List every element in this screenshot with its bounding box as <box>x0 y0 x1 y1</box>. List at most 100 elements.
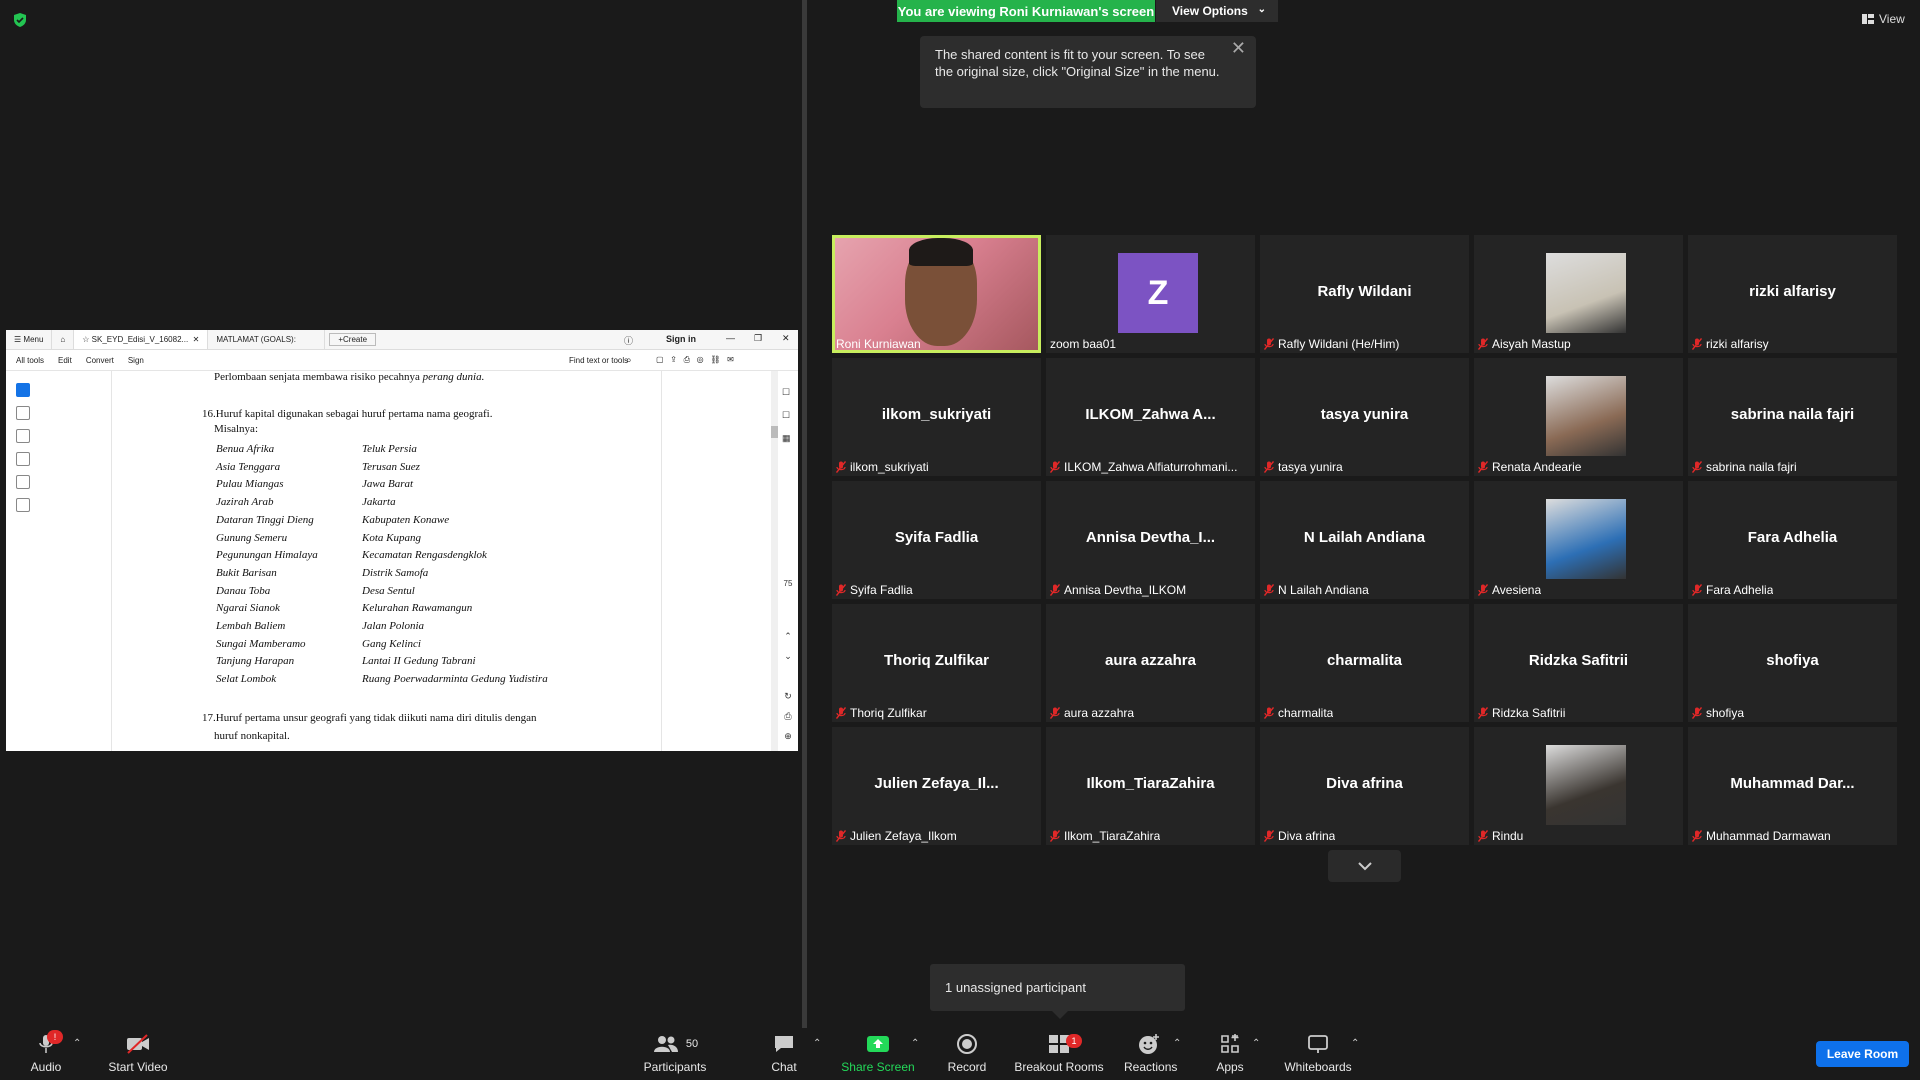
close-icon[interactable]: ✕ <box>1231 39 1246 57</box>
text-tool-icon[interactable] <box>16 475 30 489</box>
video-off-icon <box>127 1034 149 1054</box>
find-text-input[interactable]: Find text or tools <box>569 356 628 365</box>
example-item: Sungai Mamberamo <box>216 637 306 650</box>
encryption-shield-icon[interactable] <box>12 12 28 28</box>
chat-button[interactable]: Chat <box>764 1032 804 1074</box>
whiteboards-options-caret[interactable]: ⌃ <box>1351 1038 1359 1049</box>
gallery-next-page-button[interactable] <box>1328 850 1401 882</box>
start-video-label: Start Video <box>108 1060 168 1074</box>
page-indicator[interactable]: 75 <box>782 579 794 588</box>
participant-caption-text: Diva afrina <box>1278 829 1336 843</box>
misalnya-label: Misalnya: <box>214 423 258 435</box>
participant-tile[interactable]: Aisyah Mastup <box>1474 235 1683 353</box>
participant-tile[interactable]: Fara Adhelia Fara Adhelia <box>1688 481 1897 599</box>
participant-tile[interactable]: rizki alfarisy rizki alfarisy <box>1688 235 1897 353</box>
participant-tile[interactable]: Avesiena <box>1474 481 1683 599</box>
scrollbar[interactable] <box>771 371 778 751</box>
participant-tile[interactable]: Thoriq Zulfikar Thoriq Zulfikar <box>832 604 1041 722</box>
participant-tile[interactable]: Zzoom baa01 <box>1046 235 1255 353</box>
participant-tile[interactable]: Annisa Devtha_I... Annisa Devtha_ILKOM <box>1046 481 1255 599</box>
participant-caption-text: charmalita <box>1278 706 1334 720</box>
view-button[interactable]: View <box>1862 12 1905 26</box>
participant-tile[interactable]: Ridzka Safitrii Ridzka Safitrii <box>1474 604 1683 722</box>
participant-tile[interactable]: Rindu <box>1474 727 1683 845</box>
minimize-icon[interactable]: — <box>726 333 735 343</box>
unassigned-participant-toast[interactable]: 1 unassigned participant <box>930 964 1185 1011</box>
participant-tile[interactable]: shofiya shofiya <box>1688 604 1897 722</box>
participant-name: aura azzahra <box>1105 652 1196 669</box>
menu-all-tools[interactable]: All tools <box>16 356 44 365</box>
participant-tile[interactable]: aura azzahra aura azzahra <box>1046 604 1255 722</box>
participants-button[interactable]: 50 Participants <box>640 1032 710 1074</box>
menu-sign[interactable]: Sign <box>128 356 144 365</box>
participant-tile[interactable]: Diva afrina Diva afrina <box>1260 727 1469 845</box>
search-icon[interactable]: ⌕ <box>626 355 632 366</box>
toolbar-icons[interactable]: ▢ ⇪ ⎙ ◎ ⛓ ✉ <box>656 355 734 365</box>
apps-options-caret[interactable]: ⌃ <box>1252 1038 1260 1049</box>
stamp-tool-icon[interactable] <box>16 498 30 512</box>
tab-matlamat[interactable]: MATLAMAT (GOALS): <box>208 330 326 349</box>
participant-tile[interactable]: Ilkom_TiaraZahira Ilkom_TiaraZahira <box>1046 727 1255 845</box>
participant-tile[interactable]: Julien Zefaya_Il... Julien Zefaya_Ilkom <box>832 727 1041 845</box>
create-button[interactable]: + Create <box>329 333 377 346</box>
participant-tile[interactable]: charmalita charmalita <box>1260 604 1469 722</box>
muted-microphone-icon <box>1050 461 1061 473</box>
start-video-button[interactable]: Start Video <box>106 1032 170 1074</box>
participant-name: Fara Adhelia <box>1747 529 1838 546</box>
leave-room-button[interactable]: Leave Room <box>1816 1041 1909 1067</box>
window-close-icon[interactable]: ✕ <box>782 333 790 344</box>
share-screen-button[interactable]: Share Screen <box>838 1032 918 1074</box>
participant-caption-text: Rafly Wildani (He/Him) <box>1278 337 1400 351</box>
example-item: Ruang Poerwadarminta Gedung Yudistira <box>362 673 548 686</box>
split-divider[interactable] <box>802 0 807 1028</box>
participant-caption-text: Renata Andearie <box>1492 460 1582 474</box>
comment-tool-icon[interactable] <box>16 406 30 420</box>
participant-tile[interactable]: Syifa Fadlia Syifa Fadlia <box>832 481 1041 599</box>
participant-tile[interactable]: ilkom_sukriyati ilkom_sukriyati <box>832 358 1041 476</box>
breakout-rooms-button[interactable]: Breakout Rooms <box>1012 1032 1106 1074</box>
participant-tile[interactable]: Muhammad Dar... Muhammad Darmawan <box>1688 727 1897 845</box>
help-icon[interactable]: ⓘ <box>624 334 633 347</box>
chevron-down-icon: ⌄ <box>1257 4 1266 15</box>
menu-tab[interactable]: ☰ Menu <box>6 330 53 349</box>
sign-in-button[interactable]: Sign in <box>666 334 696 344</box>
record-button[interactable]: Record <box>942 1032 992 1074</box>
select-tool-icon[interactable] <box>16 383 30 397</box>
example-item: Lantai II Gedung Tabrani <box>362 655 476 668</box>
reactions-button[interactable]: Reactions <box>1124 1032 1177 1074</box>
menu-convert[interactable]: Convert <box>86 356 114 365</box>
participant-tile[interactable]: sabrina naila fajri sabrina naila fajri <box>1688 358 1897 476</box>
participant-tile[interactable]: Rafly Wildani Rafly Wildani (He/Him) <box>1260 235 1469 353</box>
whiteboards-button[interactable]: Whiteboards <box>1280 1032 1356 1074</box>
restore-icon[interactable]: ❐ <box>754 333 762 344</box>
tab-sk-eyd[interactable]: ☆ SK_EYD_Edisi_V_16082... ✕ <box>74 330 209 349</box>
side-tools[interactable]: ☐ ☐ ▦ <box>782 381 794 450</box>
home-icon[interactable]: ⌂ <box>52 330 75 349</box>
participant-name: Thoriq Zulfikar <box>884 652 989 669</box>
avatar-photo <box>1546 253 1626 333</box>
menu-edit[interactable]: Edit <box>58 356 72 365</box>
audio-options-caret[interactable]: ⌃ <box>73 1038 81 1049</box>
whiteboard-icon <box>1308 1035 1328 1053</box>
scrollbar-thumb[interactable] <box>771 426 778 438</box>
participants-count: 50 <box>685 1038 699 1050</box>
participant-tile[interactable]: ILKOM_Zahwa A... ILKOM_Zahwa Alfiaturrohm… <box>1046 358 1255 476</box>
avatar-photo <box>1546 499 1626 579</box>
share-options-caret[interactable]: ⌃ <box>911 1038 919 1049</box>
muted-microphone-icon <box>836 830 847 842</box>
participant-tile[interactable]: N Lailah Andiana N Lailah Andiana <box>1260 481 1469 599</box>
chat-options-caret[interactable]: ⌃ <box>813 1038 821 1049</box>
participants-label: Participants <box>643 1060 707 1074</box>
participant-tile[interactable]: tasya yunira tasya yunira <box>1260 358 1469 476</box>
participant-tile[interactable]: Roni Kurniawan <box>832 235 1041 353</box>
participant-caption-text: Ilkom_TiaraZahira <box>1064 829 1161 843</box>
example-item: Tanjung Harapan <box>216 655 295 668</box>
nav-zoom-tools[interactable]: ⌃⌄↻⎙⊕⊖ <box>782 626 794 751</box>
apps-button[interactable]: Apps <box>1210 1032 1250 1074</box>
apps-icon <box>1221 1034 1239 1053</box>
reactions-options-caret[interactable]: ⌃ <box>1173 1038 1181 1049</box>
lasso-tool-icon[interactable] <box>16 452 30 466</box>
view-options-button[interactable]: View Options ⌄ <box>1156 0 1278 22</box>
pen-tool-icon[interactable] <box>16 429 30 443</box>
participant-tile[interactable]: Renata Andearie <box>1474 358 1683 476</box>
